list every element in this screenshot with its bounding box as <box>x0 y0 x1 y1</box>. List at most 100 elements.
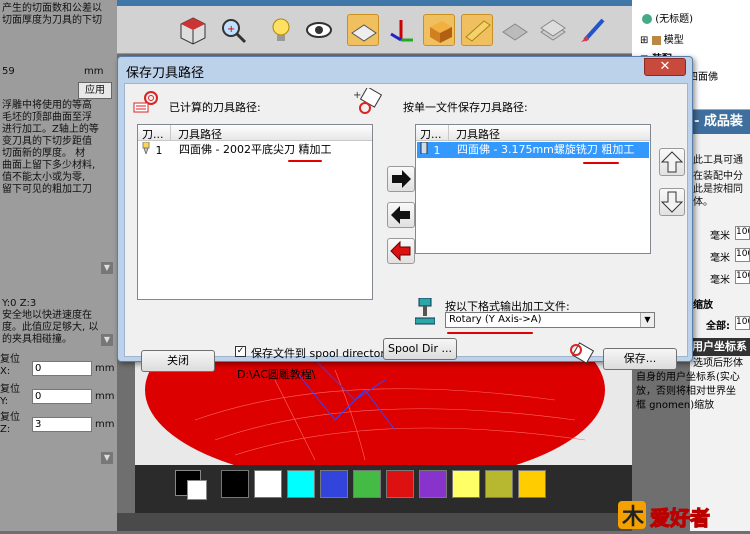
red-underline-annotation-2 <box>583 162 619 164</box>
reset-z-input[interactable] <box>32 417 92 432</box>
chevron-down-icon[interactable]: ▼ <box>640 313 654 327</box>
right-row-path: 四面佛 - 3.175mm螺旋铣刀 粗加工 <box>457 143 635 156</box>
left-properties-panel: 产生的切面数和公差以 切面厚度为刀具的下切 59 mm 应用 浮雕中将使用的等高… <box>0 0 117 531</box>
expand-icon[interactable]: ⊞ <box>640 35 648 46</box>
yz-readout: Y:0 Z:3 <box>2 298 37 309</box>
right-col-num[interactable]: 刀... <box>420 126 442 142</box>
move-down-arrow-button[interactable] <box>659 188 685 216</box>
reset-z-unit: mm <box>95 419 115 430</box>
box-icon[interactable] <box>423 14 455 46</box>
machine-icon <box>414 297 436 328</box>
left-help-text-top: 产生的切面数和公差以 切面厚度为刀具的下切 <box>2 3 102 26</box>
coord-help-line-1: 选项后形体 <box>693 358 743 369</box>
background-color-icon[interactable] <box>187 480 207 500</box>
size-input-1[interactable]: 100 <box>735 226 750 240</box>
tree-untitled-label: (无标题) <box>655 14 693 25</box>
tree-item-untitled[interactable]: (无标题) <box>642 10 693 25</box>
brush-icon[interactable] <box>577 14 609 46</box>
layer-stack-icon[interactable] <box>537 14 569 46</box>
calculated-toolpaths-list[interactable]: 刀... 刀具路径 1 四面佛 - 2002平底尖刀 精加工 <box>137 124 373 300</box>
eye-icon[interactable] <box>303 14 335 46</box>
dialog-title: 保存刀具路径 <box>126 66 205 81</box>
svg-text:木: 木 <box>621 505 645 530</box>
cube-view-icon[interactable] <box>177 14 209 46</box>
color-swatch[interactable] <box>485 470 513 498</box>
reset-y-input[interactable] <box>32 389 92 404</box>
reset-x-input[interactable] <box>32 361 92 376</box>
color-swatch[interactable] <box>254 470 282 498</box>
spiral-tool-icon <box>420 141 430 159</box>
remove-all-arrow-button[interactable] <box>387 238 415 264</box>
project-icon <box>642 14 652 24</box>
save-toolpath-icon <box>565 342 597 368</box>
spool-path-text: D:\AC圆雕教程\ <box>237 368 316 381</box>
plane-view-icon[interactable] <box>347 14 379 46</box>
reset-x-label: 复位 X: <box>0 354 20 377</box>
calculated-toolpaths-label: 已计算的刀具路径: <box>169 101 261 114</box>
save-spool-checkbox[interactable]: ✓ <box>235 346 246 357</box>
single-file-label: 按单一文件保存刀具路径: <box>403 101 528 114</box>
color-swatch[interactable] <box>353 470 381 498</box>
color-swatch[interactable] <box>419 470 447 498</box>
scroll-down-icon-2[interactable]: ▼ <box>101 334 113 346</box>
dialog-close-icon[interactable]: ✕ <box>644 58 686 76</box>
move-up-arrow-button[interactable] <box>659 148 685 176</box>
size-input-2[interactable]: 100 <box>735 248 750 262</box>
right-row-num: 1 <box>433 144 441 157</box>
output-format-select[interactable]: Rotary (Y Axis->A) ▼ <box>445 312 655 328</box>
layer-icon[interactable] <box>499 14 531 46</box>
color-swatch[interactable] <box>320 470 348 498</box>
left-col-path[interactable]: 刀具路径 <box>178 126 222 142</box>
save-button[interactable]: 保存... <box>603 348 677 370</box>
left-list-row[interactable]: 1 四面佛 - 2002平底尖刀 精加工 <box>139 141 371 159</box>
tool-bit-icon <box>142 141 152 159</box>
right-col-path[interactable]: 刀具路径 <box>456 126 500 142</box>
svg-text:+: + <box>353 90 361 101</box>
left-row-num: 1 <box>155 144 163 157</box>
color-palette-bar <box>135 465 632 513</box>
color-swatch[interactable] <box>287 470 315 498</box>
remove-left-arrow-button[interactable] <box>387 202 415 228</box>
color-swatch[interactable] <box>221 470 249 498</box>
close-button[interactable]: 关闭 <box>141 350 215 372</box>
reset-y-unit: mm <box>95 391 115 402</box>
right-list-row[interactable]: 1 四面佛 - 3.175mm螺旋铣刀 粗加工 <box>417 141 649 159</box>
save-spool-label: 保存文件到 spool directory <box>251 347 392 360</box>
zoom-icon[interactable]: + <box>217 14 249 46</box>
left-help-text-mid: 浮雕中将使用的等高 毛坯的顶部曲面至浮 进行加工。Z轴上的等 变刀具的下切步距值… <box>2 100 99 195</box>
all-input[interactable]: 100 <box>735 316 750 330</box>
reset-z-label: 复位 Z: <box>0 412 20 435</box>
3d-viewport[interactable] <box>135 360 632 465</box>
dialog-body: 已计算的刀具路径: 刀... 刀具路径 1 四面佛 - 2002平底尖刀 精加工 <box>124 83 688 381</box>
mm-label-1: 毫米 <box>710 231 730 242</box>
tolerance-unit: mm <box>84 66 104 77</box>
color-swatch[interactable] <box>386 470 414 498</box>
apply-button[interactable]: 应用 <box>78 82 112 99</box>
site-logo: 木 爱好者 <box>618 497 750 531</box>
add-right-arrow-button[interactable] <box>387 166 415 192</box>
right-list-header: 刀... 刀具路径 <box>416 125 650 141</box>
toolpath-list-icon <box>133 90 159 114</box>
zoom-label: 缩放 <box>693 300 713 311</box>
tree-item-model[interactable]: ⊞ 模型 <box>640 31 684 46</box>
model-icon <box>651 35 661 45</box>
all-label: 全部: <box>706 321 730 332</box>
size-input-3[interactable]: 100 <box>735 270 750 284</box>
save-toolpath-dialog: 保存刀具路径 ✕ 已计算的刀具路径: 刀... 刀具路径 1 四面佛 - 200… <box>117 56 693 381</box>
scroll-down-icon[interactable]: ▼ <box>101 262 113 274</box>
color-swatch[interactable] <box>452 470 480 498</box>
spool-dir-button[interactable]: Spool Dir ... <box>383 338 457 360</box>
plank-icon[interactable] <box>461 14 493 46</box>
color-swatch[interactable] <box>518 470 546 498</box>
light-bulb-icon[interactable] <box>265 14 297 46</box>
section-title: - 成品装 <box>690 110 750 134</box>
coord-help-line-3: 放，否则将相对世界坐 <box>636 386 736 397</box>
coord-help-line-4: 框 gnomen)缩放 <box>636 400 715 411</box>
axis-icon[interactable] <box>385 14 417 46</box>
logo-text: 爱好者 <box>650 506 710 530</box>
coord-section-title: 用户坐标系 <box>690 338 750 356</box>
left-col-num[interactable]: 刀... <box>142 126 164 142</box>
left-row-path: 四面佛 - 2002平底尖刀 精加工 <box>179 143 332 156</box>
single-file-toolpaths-list[interactable]: 刀... 刀具路径 1 四面佛 - 3.175mm螺旋铣刀 粗加工 <box>415 124 651 254</box>
scroll-down-icon-3[interactable]: ▼ <box>101 452 113 464</box>
